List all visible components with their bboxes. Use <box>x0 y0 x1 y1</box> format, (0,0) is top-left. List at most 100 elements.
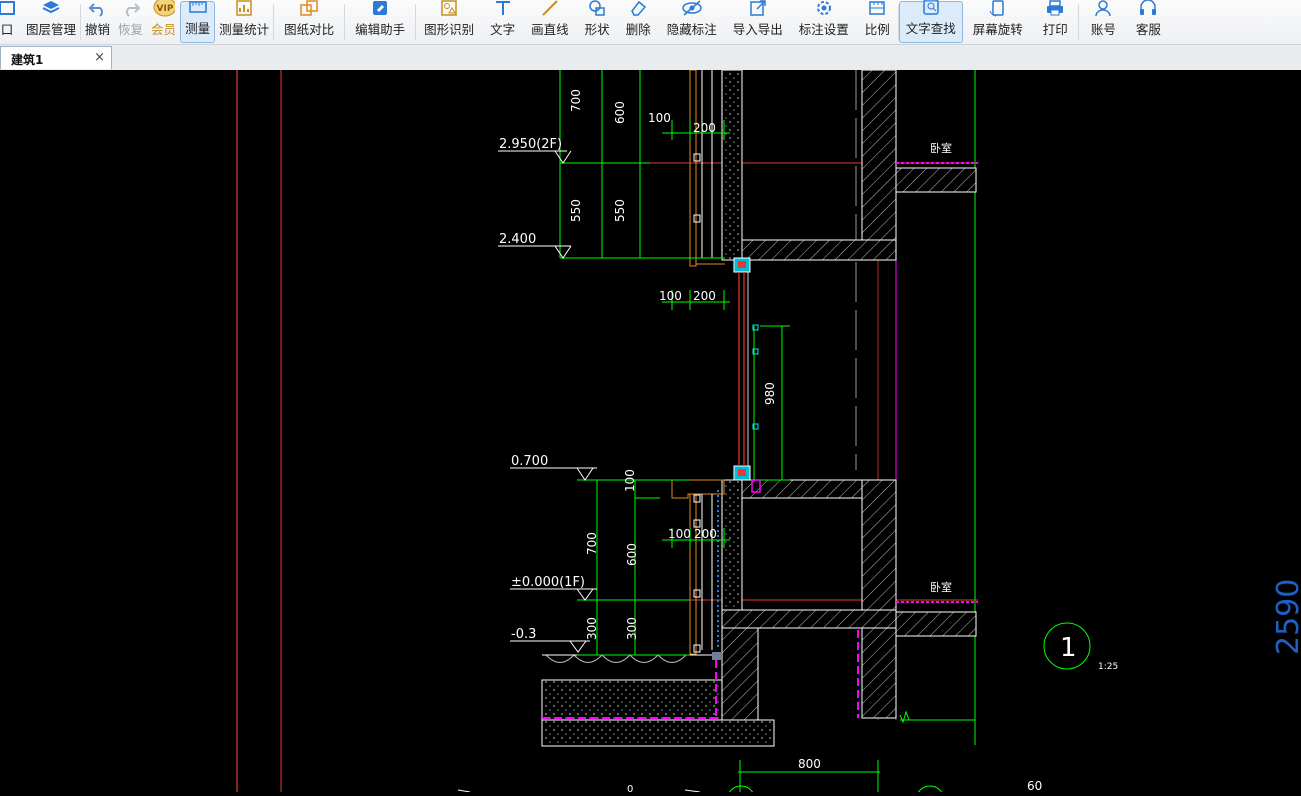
room-label-bedroom-1f: 卧室 <box>930 580 952 594</box>
dim-inner-1: 600 <box>613 101 627 124</box>
measure-icon <box>187 0 209 16</box>
dim-outer-3: 700 <box>585 532 599 555</box>
layer-manager-button[interactable]: 图层管理 <box>22 1 80 43</box>
tab-building-1[interactable]: 建筑1 × <box>0 46 112 69</box>
measure-label: 测量 <box>185 21 211 36</box>
redo-icon <box>120 0 142 17</box>
undo-icon <box>87 0 109 17</box>
compare-label: 图纸对比 <box>284 22 335 37</box>
dim-inner-3: 100 <box>623 469 637 492</box>
rotate-screen-button[interactable]: 屏幕旋转 <box>963 0 1033 43</box>
line-button[interactable]: 画直线 <box>523 0 577 43</box>
hide-annotation-icon <box>681 0 703 17</box>
vip-icon: VIP <box>153 0 175 17</box>
scale-button[interactable]: 比例 <box>857 1 898 43</box>
text-search-label: 文字查找 <box>905 21 956 36</box>
account-label: 账号 <box>1090 22 1116 37</box>
edit-assistant-button[interactable]: 编辑助手 <box>345 1 415 43</box>
line-icon <box>539 0 561 17</box>
layers-icon <box>40 0 62 17</box>
dim-h-5: 100 <box>668 527 691 541</box>
import-export-label: 导入导出 <box>732 22 783 37</box>
hide-annotation-button[interactable]: 隐藏标注 <box>659 0 725 43</box>
scale-label: 比例 <box>864 22 890 37</box>
dim-inner-2: 550 <box>613 199 627 222</box>
dim-h-6: 200 <box>694 527 717 541</box>
drawing-canvas[interactable]: 980 2.950(2F) 2.400 0.700 ±0.000(1F) -0.… <box>0 69 1301 796</box>
measure-button[interactable]: 测量 <box>180 0 216 43</box>
window-label: 口 <box>0 22 14 37</box>
compare-icon <box>298 0 320 17</box>
vip-label: 会员 <box>151 22 177 37</box>
dim-h-7: 800 <box>798 757 821 771</box>
line-label: 画直线 <box>531 22 569 37</box>
print-label: 打印 <box>1042 22 1068 37</box>
rotate-screen-label: 屏幕旋转 <box>972 22 1023 37</box>
dim-h-2: 200 <box>693 121 716 135</box>
import-export-button[interactable]: 导入导出 <box>725 0 791 43</box>
shape-icon <box>586 0 608 17</box>
edit-assistant-icon <box>369 0 391 17</box>
shape-recognition-button[interactable]: 图形识别 <box>416 0 482 43</box>
account-button[interactable]: 账号 <box>1079 0 1128 43</box>
text-icon <box>492 0 514 17</box>
dim-outer-4: 300 <box>585 617 599 640</box>
edge-dimension-text: 2590 <box>1271 579 1301 655</box>
print-button[interactable]: 打印 <box>1033 0 1078 43</box>
dim-outer-2: 550 <box>569 199 583 222</box>
delete-button[interactable]: 删除 <box>618 0 659 43</box>
edit-assistant-label: 编辑助手 <box>355 22 406 37</box>
text-button[interactable]: 文字 <box>482 1 523 43</box>
text-label: 文字 <box>490 22 516 37</box>
vip-button[interactable]: VIP 会员 <box>147 0 180 43</box>
measure-stats-button[interactable]: 测量统计 <box>215 0 273 43</box>
shape-recognition-icon <box>438 0 460 17</box>
window-button[interactable]: 口 <box>0 1 22 43</box>
rotate-screen-icon <box>987 0 1009 17</box>
dim-h-4: 200 <box>693 289 716 303</box>
level-0700: 0.700 <box>511 454 548 469</box>
dim-h-8: 60 <box>1027 779 1042 792</box>
dim-inner-5: 300 <box>625 617 639 640</box>
import-export-icon <box>747 0 769 17</box>
undo-label: 撤销 <box>85 22 111 37</box>
delete-label: 删除 <box>625 22 651 37</box>
measure-stats-icon <box>233 0 255 17</box>
annotation-settings-icon <box>813 0 835 17</box>
account-icon <box>1092 0 1114 17</box>
compare-button[interactable]: 图纸对比 <box>274 0 344 43</box>
dim-h-1: 100 <box>648 111 671 125</box>
section-marker-number: 1 <box>1060 633 1077 663</box>
shape-label: 形状 <box>584 22 610 37</box>
tab-label: 建筑1 <box>11 53 44 67</box>
annotation-settings-label: 标注设置 <box>798 22 849 37</box>
support-button[interactable]: 客服 <box>1128 0 1169 43</box>
dim-outer-1: 700 <box>569 89 583 112</box>
level-minus-03: -0.3 <box>511 627 536 642</box>
level-1f: ±0.000(1F) <box>511 575 585 590</box>
shape-button[interactable]: 形状 <box>577 0 618 43</box>
text-search-icon <box>920 0 942 16</box>
shape-recognition-label: 图形识别 <box>424 22 475 37</box>
print-icon <box>1044 0 1066 17</box>
measure-stats-label: 测量统计 <box>219 22 270 37</box>
hide-annotation-label: 隐藏标注 <box>666 22 717 37</box>
room-label-bedroom-2f: 卧室 <box>930 141 952 155</box>
support-icon <box>1137 0 1159 17</box>
eraser-icon <box>627 0 649 17</box>
redo-label: 恢复 <box>118 22 144 37</box>
main-toolbar: 口 图层管理 撤销 恢复 VIP 会员 测量 测量统计 图纸对比 编辑助手 图形… <box>0 0 1301 45</box>
document-tab-bar: 建筑1 × <box>0 45 1301 71</box>
bottom-partial-text: 0 <box>627 784 633 792</box>
text-search-button[interactable]: 文字查找 <box>898 0 963 43</box>
vip-badge-text: VIP <box>156 4 173 14</box>
redo-button[interactable]: 恢复 <box>114 1 147 43</box>
scale-icon <box>866 0 888 17</box>
section-marker-scale: 1:25 <box>1098 662 1118 672</box>
undo-button[interactable]: 撤销 <box>81 1 114 43</box>
dim-window-height: 980 <box>763 382 777 405</box>
support-label: 客服 <box>1135 22 1161 37</box>
window-icon <box>0 0 18 17</box>
annotation-settings-button[interactable]: 标注设置 <box>791 1 857 43</box>
close-icon[interactable]: × <box>94 50 105 65</box>
